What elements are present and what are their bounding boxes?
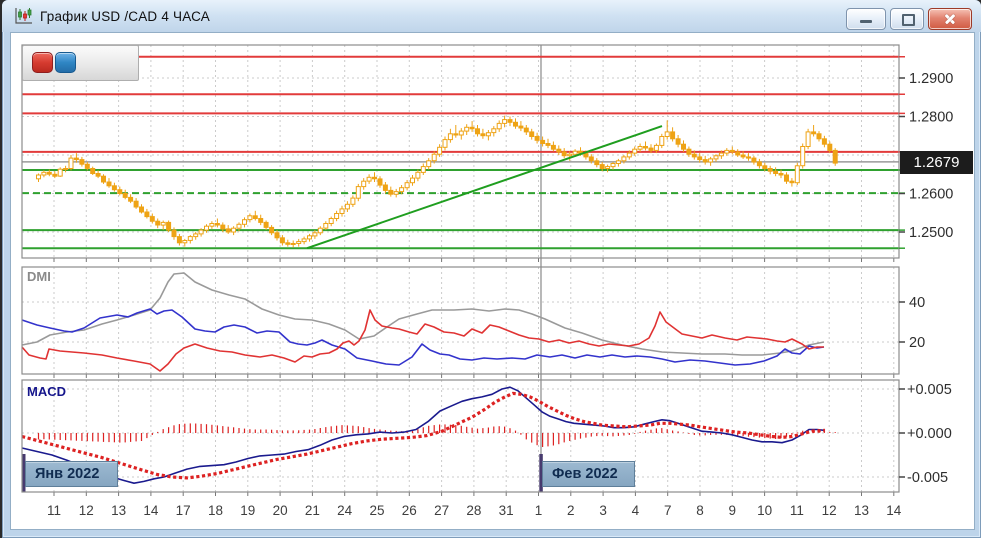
x-axis-label: 4	[632, 503, 640, 518]
price-axis-label: 1.2800	[909, 110, 953, 126]
red-square-button[interactable]	[32, 52, 53, 73]
macd-panel-canvas[interactable]	[22, 380, 899, 492]
macd-label: MACD	[27, 384, 66, 399]
price-axis-label: 1.2600	[909, 187, 953, 203]
x-axis-label: 24	[337, 503, 353, 518]
x-axis-label: 7	[664, 503, 672, 518]
x-axis-label: 17	[176, 503, 191, 518]
x-axis-label: 8	[696, 503, 704, 518]
right-axis: 1.2900 1.2800 1.2600 1.2500 40 20 +0.005 +0.000…	[899, 56, 953, 486]
app-window: График USD /CAD 4 ЧАСА 11 12 13 14 17 18 19 20 2…	[2, 0, 981, 538]
window-controls	[846, 8, 972, 30]
x-axis-label: 26	[402, 503, 417, 518]
price-axis-label: 1.2900	[909, 71, 953, 87]
panel-borders	[21, 44, 900, 493]
x-axis-label: 11	[790, 503, 804, 518]
x-axis-label: 12	[822, 503, 837, 518]
dmi-axis-label: 20	[909, 335, 925, 351]
main-chart-panel-canvas[interactable]	[22, 45, 899, 258]
blue-square-button[interactable]	[55, 52, 76, 73]
close-button[interactable]	[928, 8, 972, 30]
x-axis-label: 11	[47, 503, 61, 518]
window-title: График USD /CAD 4 ЧАСА	[40, 8, 210, 24]
chart-client-area: 11 12 13 14 17 18 19 20 21 24 25 26 27 28 31 1 2 3 4 7 8 9 10 1…	[10, 32, 975, 530]
macd-axis-label: -0.005	[907, 470, 948, 486]
x-axis-label: 3	[599, 503, 607, 518]
titlebar[interactable]: График USD /CAD 4 ЧАСА	[2, 0, 981, 32]
x-axis-label: 10	[757, 503, 772, 518]
macd-axis-label: +0.000	[907, 426, 952, 442]
minimize-icon	[860, 20, 872, 23]
x-axis-label: 18	[208, 503, 223, 518]
x-axis-label: 19	[240, 503, 255, 518]
x-axis-label: 27	[434, 503, 449, 518]
x-axis-label: 14	[143, 503, 159, 518]
dmi-panel-canvas[interactable]	[22, 267, 899, 374]
x-axis-label: 13	[111, 503, 126, 518]
current-price-tag: 1.2679	[900, 151, 973, 174]
x-axis-label: 9	[729, 503, 737, 518]
x-axis-label: 28	[466, 503, 481, 518]
maximize-button[interactable]	[890, 8, 924, 30]
month-tag-feb: Фев 2022	[542, 461, 635, 487]
minimize-button[interactable]	[846, 8, 886, 30]
dmi-label: DMI	[27, 269, 51, 284]
x-axis-label: 25	[369, 503, 384, 518]
candlestick-chart-icon	[14, 6, 34, 26]
chart-svg: 11 12 13 14 17 18 19 20 21 24 25 26 27 28 31 1 2 3 4 7 8 9 10 1…	[21, 44, 953, 518]
macd-axis-label: +0.005	[907, 382, 952, 398]
x-axis-label: 13	[854, 503, 869, 518]
month-tag-jan: Янв 2022	[25, 461, 118, 487]
maximize-icon	[902, 14, 915, 26]
x-axis-label: 31	[499, 503, 514, 518]
x-axis-label: 14	[886, 503, 902, 518]
x-axis-label: 20	[273, 503, 288, 518]
x-axis-label: 21	[305, 503, 320, 518]
x-axis-label: 1	[535, 503, 543, 518]
dmi-axis-label: 40	[909, 295, 925, 311]
price-axis-label: 1.2500	[909, 225, 953, 241]
x-axis-label: 2	[567, 503, 575, 518]
chart-toolbar	[22, 45, 139, 81]
x-axis-label: 12	[79, 503, 94, 518]
